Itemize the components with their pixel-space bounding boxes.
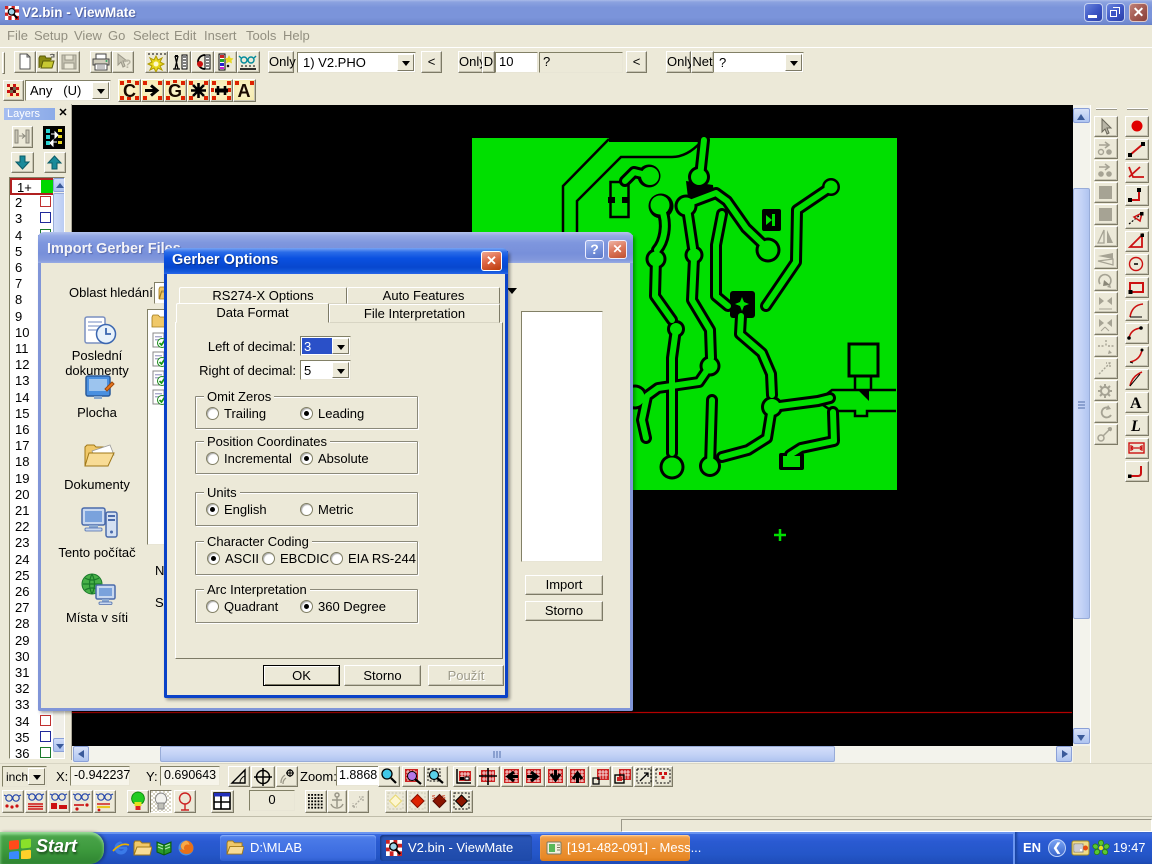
svg-text:A: A <box>238 81 251 101</box>
svg-text:C: C <box>123 81 136 101</box>
svg-text:A: A <box>1130 395 1142 412</box>
svg-text:G: G <box>168 81 182 101</box>
svg-text:s: s <box>432 794 436 801</box>
svg-text:s: s <box>442 794 446 801</box>
svg-text:?: ? <box>124 57 131 71</box>
svg-text:L: L <box>1130 418 1141 435</box>
